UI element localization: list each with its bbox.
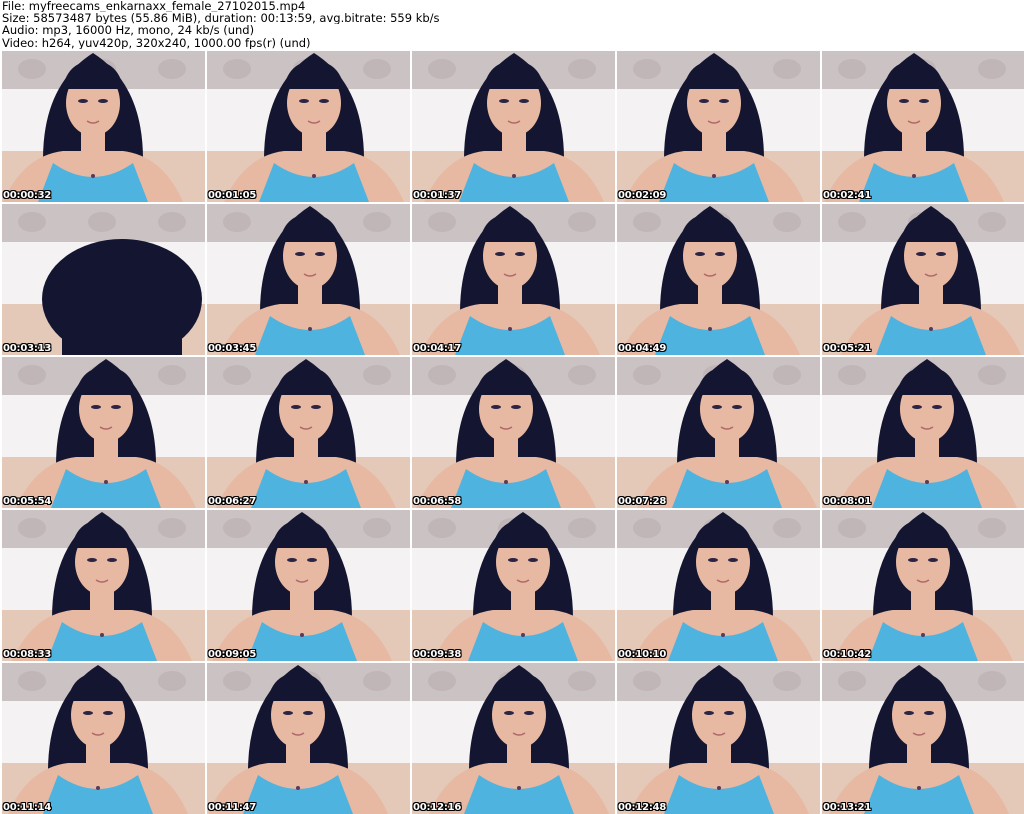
thumbnail-image <box>412 204 615 355</box>
thumbnail-image <box>822 357 1024 508</box>
thumbnail-image <box>2 51 205 202</box>
video-thumbnail: 00:05:54 <box>2 357 205 508</box>
thumbnail-timestamp: 00:09:05 <box>208 649 257 660</box>
video-thumbnail: 00:11:47 <box>207 663 410 814</box>
thumbnail-image <box>412 51 615 202</box>
thumbnail-image <box>617 204 820 355</box>
thumbnail-image <box>617 51 820 202</box>
video-line: Video: h264, yuv420p, 320x240, 1000.00 f… <box>2 36 311 49</box>
thumbnail-timestamp: 00:00:32 <box>3 190 52 201</box>
thumbnail-image <box>822 51 1024 202</box>
thumbnail-image <box>2 510 205 661</box>
video-thumbnail: 00:08:01 <box>822 357 1024 508</box>
thumbnail-grid: 00:00:32 00:01:05 00:01:37 00:02:09 00:02:41… <box>2 51 1024 814</box>
video-thumbnail: 00:06:58 <box>412 357 615 508</box>
thumbnail-image <box>2 204 205 355</box>
thumbnail-timestamp: 00:03:45 <box>208 343 257 354</box>
thumbnail-timestamp: 00:08:33 <box>3 649 52 660</box>
thumbnail-image <box>822 510 1024 661</box>
video-thumbnail: 00:02:41 <box>822 51 1024 202</box>
thumbnail-timestamp: 00:02:09 <box>618 190 667 201</box>
thumbnail-timestamp: 00:03:13 <box>3 343 52 354</box>
contact-sheet: File: myfreecams_enkarnaxx_female_271020… <box>0 0 1024 814</box>
video-thumbnail: 00:00:32 <box>2 51 205 202</box>
thumbnail-image <box>617 510 820 661</box>
video-thumbnail: 00:04:17 <box>412 204 615 355</box>
video-thumbnail: 00:11:14 <box>2 663 205 814</box>
thumbnail-timestamp: 00:05:21 <box>823 343 872 354</box>
video-thumbnail: 00:03:45 <box>207 204 410 355</box>
thumbnail-timestamp: 00:11:47 <box>208 802 257 813</box>
thumbnail-image <box>412 357 615 508</box>
thumbnail-image <box>207 357 410 508</box>
thumbnail-timestamp: 00:08:01 <box>823 496 872 507</box>
thumbnail-image <box>2 357 205 508</box>
thumbnail-timestamp: 00:10:10 <box>618 649 667 660</box>
thumbnail-timestamp: 00:05:54 <box>3 496 52 507</box>
thumbnail-timestamp: 00:01:05 <box>208 190 257 201</box>
thumbnail-timestamp: 00:06:58 <box>413 496 462 507</box>
video-thumbnail: 00:12:16 <box>412 663 615 814</box>
thumbnail-image <box>822 204 1024 355</box>
video-thumbnail: 00:02:09 <box>617 51 820 202</box>
video-thumbnail: 00:01:37 <box>412 51 615 202</box>
video-thumbnail: 00:09:38 <box>412 510 615 661</box>
size-line: Size: 58573487 bytes (55.86 MiB), durati… <box>2 12 440 25</box>
video-thumbnail: 00:06:27 <box>207 357 410 508</box>
thumbnail-timestamp: 00:07:28 <box>618 496 667 507</box>
file-line: File: myfreecams_enkarnaxx_female_271020… <box>2 0 306 13</box>
thumbnail-timestamp: 00:12:48 <box>618 802 667 813</box>
thumbnail-image <box>617 663 820 814</box>
video-thumbnail: 00:04:49 <box>617 204 820 355</box>
video-thumbnail: 00:10:42 <box>822 510 1024 661</box>
thumbnail-timestamp: 00:01:37 <box>413 190 462 201</box>
video-thumbnail: 00:03:13 <box>2 204 205 355</box>
thumbnail-image <box>207 510 410 661</box>
thumbnail-timestamp: 00:10:42 <box>823 649 872 660</box>
thumbnail-image <box>207 663 410 814</box>
thumbnail-image <box>207 51 410 202</box>
video-thumbnail: 00:01:05 <box>207 51 410 202</box>
thumbnail-timestamp: 00:11:14 <box>3 802 52 813</box>
video-thumbnail: 00:08:33 <box>2 510 205 661</box>
thumbnail-image <box>2 663 205 814</box>
thumbnail-image <box>207 204 410 355</box>
thumbnail-image <box>617 357 820 508</box>
thumbnail-timestamp: 00:12:16 <box>413 802 462 813</box>
audio-line: Audio: mp3, 16000 Hz, mono, 24 kb/s (und… <box>2 24 255 37</box>
thumbnail-timestamp: 00:04:17 <box>413 343 462 354</box>
video-thumbnail: 00:13:21 <box>822 663 1024 814</box>
thumbnail-image <box>412 510 615 661</box>
file-info-header: File: myfreecams_enkarnaxx_female_271020… <box>0 0 1024 50</box>
thumbnail-image <box>412 663 615 814</box>
video-thumbnail: 00:10:10 <box>617 510 820 661</box>
thumbnail-timestamp: 00:13:21 <box>823 802 872 813</box>
video-thumbnail: 00:07:28 <box>617 357 820 508</box>
thumbnail-timestamp: 00:04:49 <box>618 343 667 354</box>
thumbnail-timestamp: 00:06:27 <box>208 496 257 507</box>
thumbnail-image <box>822 663 1024 814</box>
video-thumbnail: 00:05:21 <box>822 204 1024 355</box>
video-thumbnail: 00:12:48 <box>617 663 820 814</box>
video-thumbnail: 00:09:05 <box>207 510 410 661</box>
thumbnail-timestamp: 00:09:38 <box>413 649 462 660</box>
thumbnail-timestamp: 00:02:41 <box>823 190 872 201</box>
